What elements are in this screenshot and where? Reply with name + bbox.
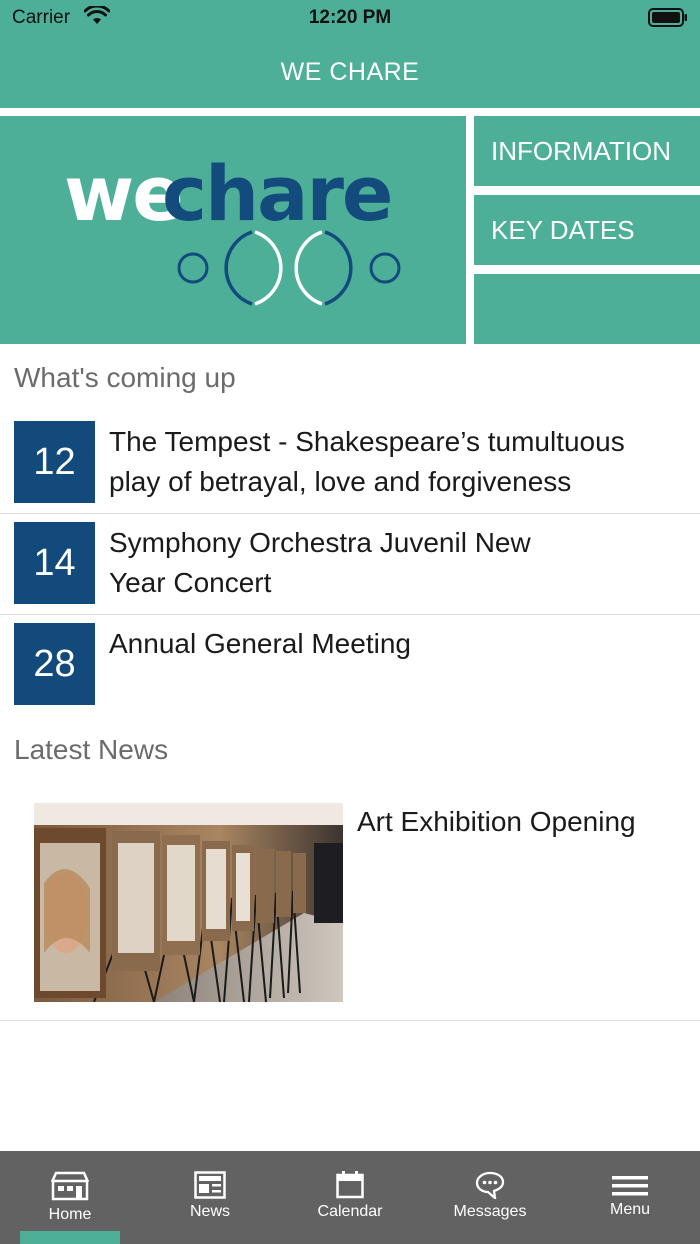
status-time: 12:20 PM [308, 7, 392, 28]
tab-calendar[interactable]: Calendar [280, 1151, 420, 1244]
event-date-badge: 12 [14, 421, 95, 503]
tab-label: Home [48, 1206, 92, 1223]
news-thumbnail [34, 803, 343, 1002]
event-row[interactable]: 14 Symphony Orchestra Juvenil New Year C… [0, 515, 700, 615]
tab-label: News [189, 1203, 230, 1220]
upcoming-section-title: What's coming up [14, 362, 236, 393]
information-tile[interactable]: INFORMATION [474, 116, 700, 186]
event-date-badge: 14 [14, 522, 95, 604]
wechare-logo: we chare [64, 149, 401, 306]
tab-label: Menu [609, 1201, 651, 1218]
tab-menu[interactable]: Menu [560, 1151, 700, 1244]
brand-logo: we chare [0, 116, 466, 344]
tab-messages[interactable]: Messages [420, 1151, 560, 1244]
menu-icon [612, 1176, 648, 1196]
home-icon [51, 1171, 89, 1201]
tab-label: Messages [453, 1203, 527, 1220]
event-title: Annual General Meeting [109, 628, 411, 659]
battery-icon [648, 8, 687, 27]
messages-icon [475, 1171, 505, 1199]
news-title: Art Exhibition Opening [357, 806, 636, 837]
event-date-badge: 28 [14, 623, 95, 705]
page-title: WE CHARE [280, 58, 420, 86]
logo-chare: chare [162, 149, 391, 238]
event-title: Symphony Orchestra Juvenil New Year Conc… [109, 527, 531, 598]
empty-tile[interactable] [474, 274, 700, 344]
news-icon [194, 1171, 226, 1199]
key-dates-tile[interactable]: KEY DATES [474, 195, 700, 265]
event-row[interactable]: 12 The Tempest - Shakespeare’s tumultuou… [0, 414, 700, 514]
news-section-title: Latest News [14, 734, 169, 765]
active-tab-indicator [20, 1231, 120, 1244]
calendar-icon [336, 1171, 364, 1199]
event-row[interactable]: 28 Annual General Meeting [0, 616, 700, 716]
status-bar: Carrier 12:20 PM [0, 0, 700, 36]
tab-label: Calendar [317, 1203, 383, 1220]
event-title: The Tempest - Shakespeare’s tumultuous p… [109, 426, 625, 497]
tab-news[interactable]: News [140, 1151, 280, 1244]
news-item[interactable]: Art Exhibition Opening [0, 780, 700, 1021]
app-header: Carrier 12:20 PM WE CHARE [0, 0, 700, 108]
